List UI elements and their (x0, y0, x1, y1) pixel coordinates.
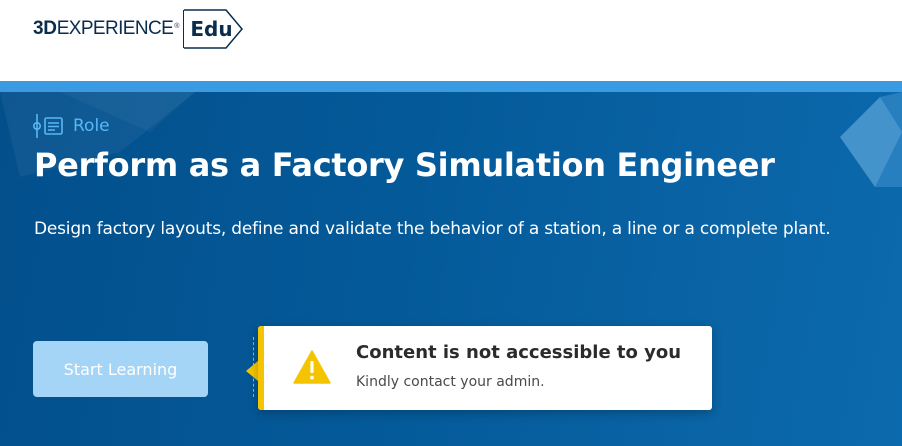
role-type-indicator: Role (33, 114, 110, 138)
notification-message: Kindly contact your admin. (356, 374, 545, 390)
start-learning-button[interactable]: Start Learning (33, 341, 208, 397)
accent-stripe (0, 81, 902, 92)
role-icon (33, 114, 63, 138)
role-type-label: Role (73, 116, 110, 136)
page-title: Perform as a Factory Simulation Engineer (34, 146, 775, 184)
background-polygon-right (840, 92, 902, 187)
top-header: 3D EXPERIENCE ® Edu (0, 0, 902, 81)
brand-logo[interactable]: 3D EXPERIENCE ® Edu (33, 9, 244, 49)
logo-edu-badge: Edu (183, 9, 244, 49)
role-description: Design factory layouts, define and valid… (34, 219, 831, 239)
access-warning-notification: Content is not accessible to you Kindly … (258, 326, 712, 410)
logo-3d-text: 3D (33, 18, 57, 39)
logo-experience-text: EXPERIENCE (56, 18, 174, 39)
logo-edu-arrow-icon (184, 9, 244, 49)
notification-accent-bar (258, 326, 264, 410)
notification-title: Content is not accessible to you (356, 342, 682, 363)
notification-pointer (246, 361, 258, 381)
logo-registered-mark: ® (174, 22, 180, 30)
warning-icon (293, 350, 331, 384)
